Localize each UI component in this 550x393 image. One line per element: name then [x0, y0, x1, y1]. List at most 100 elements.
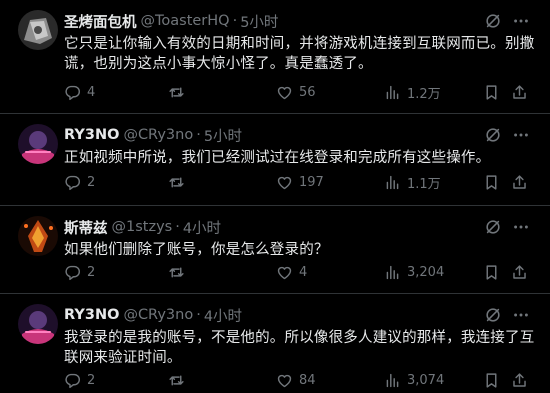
- views-chart-icon: [386, 85, 399, 99]
- bookmark-icon: [486, 84, 497, 100]
- separator-dot: ·: [232, 13, 238, 29]
- bookmark-icon: [486, 372, 497, 388]
- share-icon: [513, 84, 526, 99]
- views-button[interactable]: 3,074: [384, 372, 444, 389]
- tweet-text: 它只是让你输入有效的日期和时间，并将游戏机连接到互联网而已。别撒谎，也别为这点小…: [64, 36, 535, 72]
- tweet[interactable]: 圣烤面包机 @ToasterHQ · 5小时 它只是让你输入有效的日期和时间，并…: [0, 0, 550, 112]
- views-chart-icon: [386, 265, 399, 279]
- separator-dot: ·: [196, 307, 201, 323]
- timestamp[interactable]: 5小时: [204, 125, 242, 146]
- reply-button[interactable]: 2: [64, 174, 95, 191]
- tweet[interactable]: 斯蒂兹 @1stzys · 4小时 如果他们删除了账号，你是怎么登录的？ 2 4: [0, 206, 550, 294]
- bookmark-button[interactable]: [483, 84, 506, 101]
- tweet-text: 如果他们删除了账号，你是怎么登录的？: [64, 242, 329, 258]
- avatar[interactable]: [18, 124, 58, 164]
- grok-icon[interactable]: [484, 218, 502, 236]
- more-options-icon[interactable]: [512, 218, 530, 236]
- tweet-text: 我登录的是我的账号，不是他的。所以像很多人建议的那样，我连接了互联网来验证时间。: [64, 330, 535, 366]
- action-bar: 2 4 3,204: [64, 262, 536, 282]
- like-button[interactable]: 84: [276, 372, 316, 389]
- reply-icon: [65, 265, 80, 280]
- tweet[interactable]: RY3NO @CRy3no · 5小时 正如视频中所说，我们已经测试过在线登录和…: [0, 114, 550, 206]
- retweet-icon: [169, 177, 184, 187]
- more-options-icon[interactable]: [512, 306, 530, 324]
- reply-count: 2: [87, 264, 96, 280]
- bookmark-icon: [486, 264, 497, 280]
- like-button[interactable]: 4: [276, 264, 307, 281]
- tweet[interactable]: RY3NO @CRy3no · 4小时 我登录的是我的账号，不是他的。所以像很多…: [0, 294, 550, 393]
- retweet-button[interactable]: [168, 174, 191, 191]
- retweet-button[interactable]: [168, 84, 191, 101]
- retweet-icon: [169, 87, 184, 97]
- bookmark-button[interactable]: [483, 174, 506, 191]
- retweet-icon: [169, 267, 184, 277]
- reply-button[interactable]: 2: [64, 264, 95, 281]
- like-count: 84: [299, 372, 316, 388]
- like-count: 4: [299, 264, 308, 280]
- share-icon: [513, 264, 526, 279]
- reply-feed: 圣烤面包机 @ToasterHQ · 5小时 它只是让你输入有效的日期和时间，并…: [0, 0, 550, 393]
- display-name[interactable]: 斯蒂兹: [64, 217, 108, 238]
- user-handle[interactable]: @1stzys: [112, 219, 173, 235]
- tweet-text: 正如视频中所说，我们已经测试过在线登录和完成所有这些操作。: [64, 150, 491, 166]
- timestamp[interactable]: 5小时: [240, 11, 278, 32]
- separator-dot: ·: [175, 219, 180, 235]
- action-bar: 2 197 1.1万: [64, 172, 536, 192]
- share-icon: [513, 372, 526, 387]
- user-handle[interactable]: @CRy3no: [123, 127, 193, 143]
- reply-count: 2: [87, 372, 96, 388]
- timestamp[interactable]: 4小时: [204, 305, 242, 326]
- more-options-icon[interactable]: [512, 126, 530, 144]
- views-button[interactable]: 1.2万: [384, 83, 441, 102]
- share-button[interactable]: [511, 174, 534, 191]
- bookmark-icon: [486, 174, 497, 190]
- bookmark-button[interactable]: [483, 372, 506, 389]
- separator-dot: ·: [196, 127, 201, 143]
- views-button[interactable]: 3,204: [384, 264, 444, 281]
- heart-icon: [277, 374, 292, 387]
- view-count: 3,204: [407, 264, 445, 280]
- display-name[interactable]: 圣烤面包机: [64, 11, 137, 32]
- heart-icon: [277, 176, 292, 189]
- grok-icon[interactable]: [484, 306, 502, 324]
- reply-button[interactable]: 4: [64, 84, 95, 101]
- reply-button[interactable]: 2: [64, 372, 95, 389]
- user-handle[interactable]: @CRy3no: [123, 307, 193, 323]
- avatar[interactable]: [18, 10, 58, 50]
- heart-icon: [277, 266, 292, 279]
- reply-count: 2: [87, 174, 96, 190]
- views-button[interactable]: 1.1万: [384, 173, 441, 192]
- share-icon: [513, 174, 526, 189]
- more-options-icon[interactable]: [512, 12, 530, 30]
- share-button[interactable]: [511, 372, 534, 389]
- user-handle[interactable]: @ToasterHQ: [141, 13, 230, 29]
- display-name[interactable]: RY3NO: [64, 307, 119, 323]
- grok-icon[interactable]: [484, 126, 502, 144]
- view-count: 1.1万: [407, 176, 441, 192]
- retweet-button[interactable]: [168, 264, 191, 281]
- like-button[interactable]: 197: [276, 174, 324, 191]
- like-count: 197: [299, 174, 324, 190]
- retweet-icon: [169, 375, 184, 385]
- heart-icon: [277, 86, 292, 99]
- view-count: 1.2万: [407, 86, 441, 102]
- action-bar: 4 56 1.2万: [64, 82, 536, 102]
- view-count: 3,074: [407, 372, 445, 388]
- bookmark-button[interactable]: [483, 264, 506, 281]
- avatar[interactable]: [18, 304, 58, 344]
- reply-icon: [65, 85, 80, 100]
- grok-icon[interactable]: [484, 12, 502, 30]
- reply-icon: [65, 175, 80, 190]
- avatar[interactable]: [18, 216, 58, 256]
- share-button[interactable]: [511, 84, 534, 101]
- retweet-button[interactable]: [168, 372, 191, 389]
- timestamp[interactable]: 4小时: [183, 217, 221, 238]
- action-bar: 2 84 3,074: [64, 370, 536, 390]
- like-button[interactable]: 56: [276, 84, 316, 101]
- share-button[interactable]: [511, 264, 534, 281]
- like-count: 56: [299, 84, 316, 100]
- reply-count: 4: [87, 84, 96, 100]
- views-chart-icon: [386, 175, 399, 189]
- reply-icon: [65, 373, 80, 388]
- display-name[interactable]: RY3NO: [64, 127, 119, 143]
